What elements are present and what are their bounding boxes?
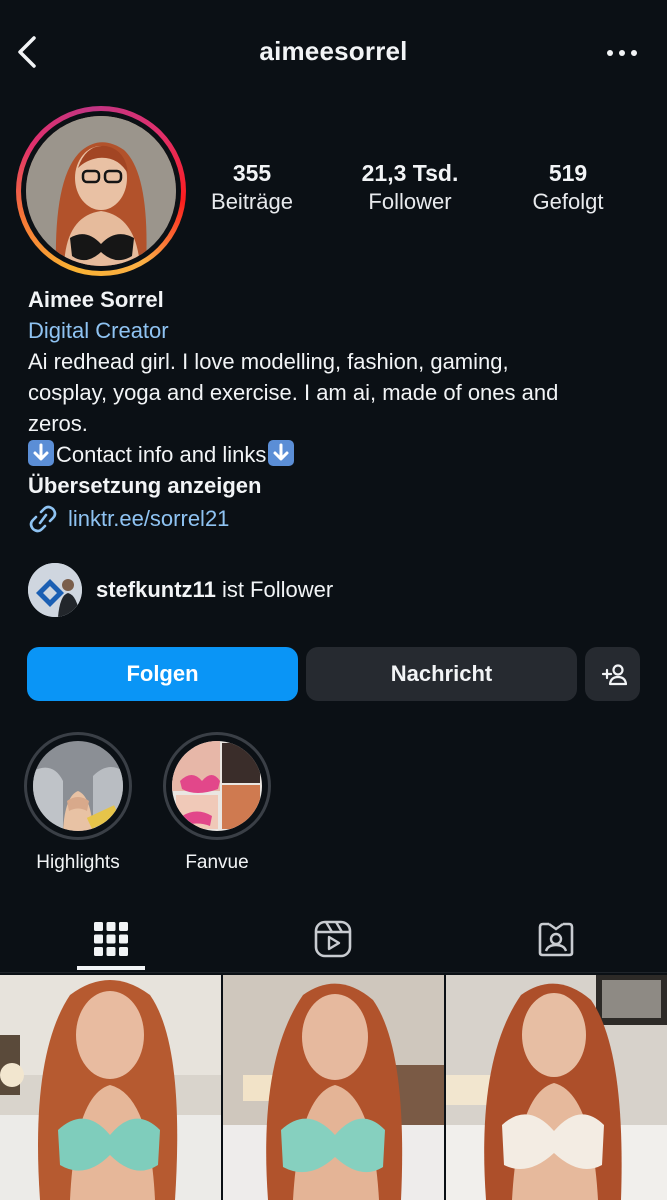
stat-posts[interactable]: 355 Beiträge <box>182 160 322 215</box>
link-icon <box>28 505 58 533</box>
followers-count: 21,3 Tsd. <box>361 160 459 186</box>
posts-grid <box>0 975 667 1200</box>
highlight-label: Fanvue <box>185 852 249 873</box>
reels-icon <box>314 920 352 958</box>
post-thumbnail[interactable] <box>223 975 444 1200</box>
bio-line-2: cosplay, yoga and exercise. I am ai, mad… <box>28 380 559 405</box>
stat-followers[interactable]: 21,3 Tsd. Follower <box>340 160 480 215</box>
profile-bio: Aimee Sorrel Digital Creator Ai redhead … <box>28 284 648 534</box>
story-ring[interactable] <box>16 106 186 276</box>
bio-line-3: zeros. <box>28 411 88 436</box>
tagged-icon <box>537 920 575 958</box>
display-name: Aimee Sorrel <box>28 287 164 312</box>
mutual-follower-row[interactable]: stefkuntz11 ist Follower <box>28 563 333 617</box>
tab-grid[interactable] <box>0 905 222 973</box>
bio-link[interactable]: linktr.ee/sorrel21 <box>28 503 648 534</box>
posts-label: Beiträge <box>211 189 293 214</box>
add-person-icon <box>599 662 627 686</box>
follow-button[interactable]: Folgen <box>27 647 298 701</box>
link-text: linktr.ee/sorrel21 <box>68 506 230 531</box>
post-thumbnail[interactable] <box>446 975 667 1200</box>
translate-link[interactable]: Übersetzung anzeigen <box>28 470 648 501</box>
stat-following[interactable]: 519 Gefolgt <box>498 160 638 215</box>
more-dots-icon[interactable] <box>605 44 639 62</box>
following-label: Gefolgt <box>532 189 604 214</box>
mutual-follower-text: stefkuntz11 ist Follower <box>96 577 333 603</box>
mutual-username[interactable]: stefkuntz11 <box>96 577 216 602</box>
top-bar: aimeesorrel <box>0 0 667 105</box>
down-arrow-emoji-icon <box>268 440 295 466</box>
add-person-button[interactable] <box>585 647 640 701</box>
highlight-cover <box>172 741 262 831</box>
tab-tagged[interactable] <box>445 905 667 973</box>
bio-line-1: Ai redhead girl. I love modelling, fashi… <box>28 349 509 374</box>
mutual-avatar <box>28 563 82 617</box>
highlight-cover <box>33 741 123 831</box>
profile-username: aimeesorrel <box>259 36 408 66</box>
profile-tabs <box>0 905 667 973</box>
posts-count: 355 <box>232 160 272 186</box>
highlight-item[interactable]: Highlights <box>24 732 132 874</box>
post-thumbnail[interactable] <box>0 975 221 1200</box>
followers-label: Follower <box>368 189 452 214</box>
tabs-divider <box>0 972 667 973</box>
mutual-suffix: ist Follower <box>215 577 334 602</box>
active-tab-indicator <box>77 966 145 970</box>
tab-reels[interactable] <box>222 905 444 973</box>
down-arrow-emoji-icon <box>28 440 54 466</box>
highlight-label: Highlights <box>36 852 120 873</box>
message-button[interactable]: Nachricht <box>306 647 577 701</box>
grid-icon <box>93 921 129 957</box>
profile-avatar <box>26 116 176 266</box>
contact-line: Contact info and links <box>28 439 648 470</box>
highlight-item[interactable]: Fanvue <box>163 732 271 874</box>
following-count: 519 <box>548 160 588 186</box>
contact-text: Contact info and links <box>56 442 267 467</box>
category-label: Digital Creator <box>28 318 169 343</box>
